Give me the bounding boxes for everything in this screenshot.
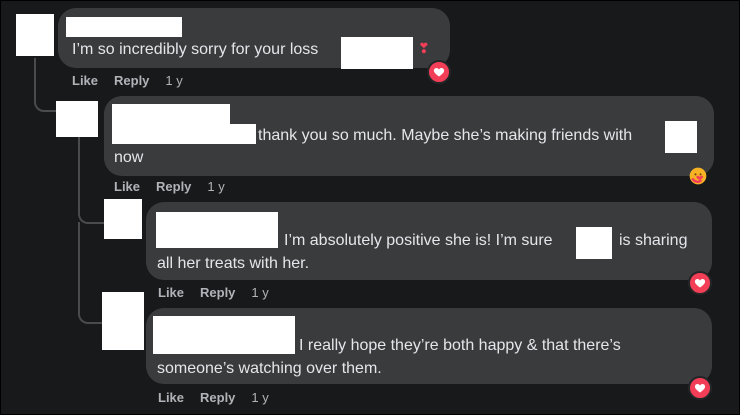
- redacted-block: [576, 227, 612, 259]
- like-button[interactable]: Like: [114, 179, 140, 195]
- thread-line-replies: [78, 136, 106, 224]
- comment-actions: Like Reply 1 y: [158, 390, 269, 406]
- author-name-redacted[interactable]: [66, 17, 182, 37]
- avatar[interactable]: [102, 292, 144, 350]
- comment-text: thank you so much. Maybe she’s making fr…: [258, 127, 633, 144]
- reply-button[interactable]: Reply: [200, 390, 235, 406]
- redacted-block: [341, 37, 413, 69]
- love-icon[interactable]: [427, 60, 451, 84]
- author-name-redacted-2[interactable]: [112, 124, 256, 144]
- author-name-redacted[interactable]: [112, 104, 230, 124]
- comment-text: I’m absolutely positive she is! I’m sure: [284, 232, 553, 249]
- comment-actions: Like Reply 1 y: [72, 73, 183, 89]
- avatar[interactable]: [16, 14, 54, 56]
- comment-actions: Like Reply 1 y: [114, 179, 225, 195]
- avatar[interactable]: [104, 199, 142, 239]
- like-button[interactable]: Like: [158, 390, 184, 406]
- like-button[interactable]: Like: [158, 285, 184, 301]
- timestamp[interactable]: 1 y: [207, 179, 224, 195]
- care-icon[interactable]: [688, 166, 708, 186]
- author-name-redacted[interactable]: [156, 212, 278, 248]
- love-icon[interactable]: [688, 376, 712, 400]
- thread-line-main: [34, 58, 58, 112]
- timestamp[interactable]: 1 y: [251, 285, 268, 301]
- comment-text-cont: is sharing: [619, 232, 688, 249]
- love-icon[interactable]: [688, 271, 712, 295]
- author-name-redacted[interactable]: [153, 316, 295, 354]
- avatar[interactable]: [56, 101, 98, 137]
- timestamp[interactable]: 1 y: [251, 390, 268, 406]
- reply-button[interactable]: Reply: [200, 285, 235, 301]
- comment-text-line2: all her treats with her.: [157, 255, 310, 272]
- thread-line-replies-2: [78, 222, 104, 324]
- comment-text-line2: now: [114, 149, 144, 166]
- timestamp[interactable]: 1 y: [165, 73, 182, 89]
- comment-text: I really hope they’re both happy & that …: [299, 337, 621, 354]
- comment-text: I’m so incredibly sorry for your loss: [72, 41, 319, 58]
- redacted-block: [665, 121, 697, 153]
- hearts-emoji: ❣: [418, 40, 430, 56]
- like-button[interactable]: Like: [72, 73, 98, 89]
- comment-actions: Like Reply 1 y: [158, 285, 269, 301]
- reply-button[interactable]: Reply: [156, 179, 191, 195]
- reply-button[interactable]: Reply: [114, 73, 149, 89]
- comment-text-line2: someone’s watching over them.: [157, 360, 382, 377]
